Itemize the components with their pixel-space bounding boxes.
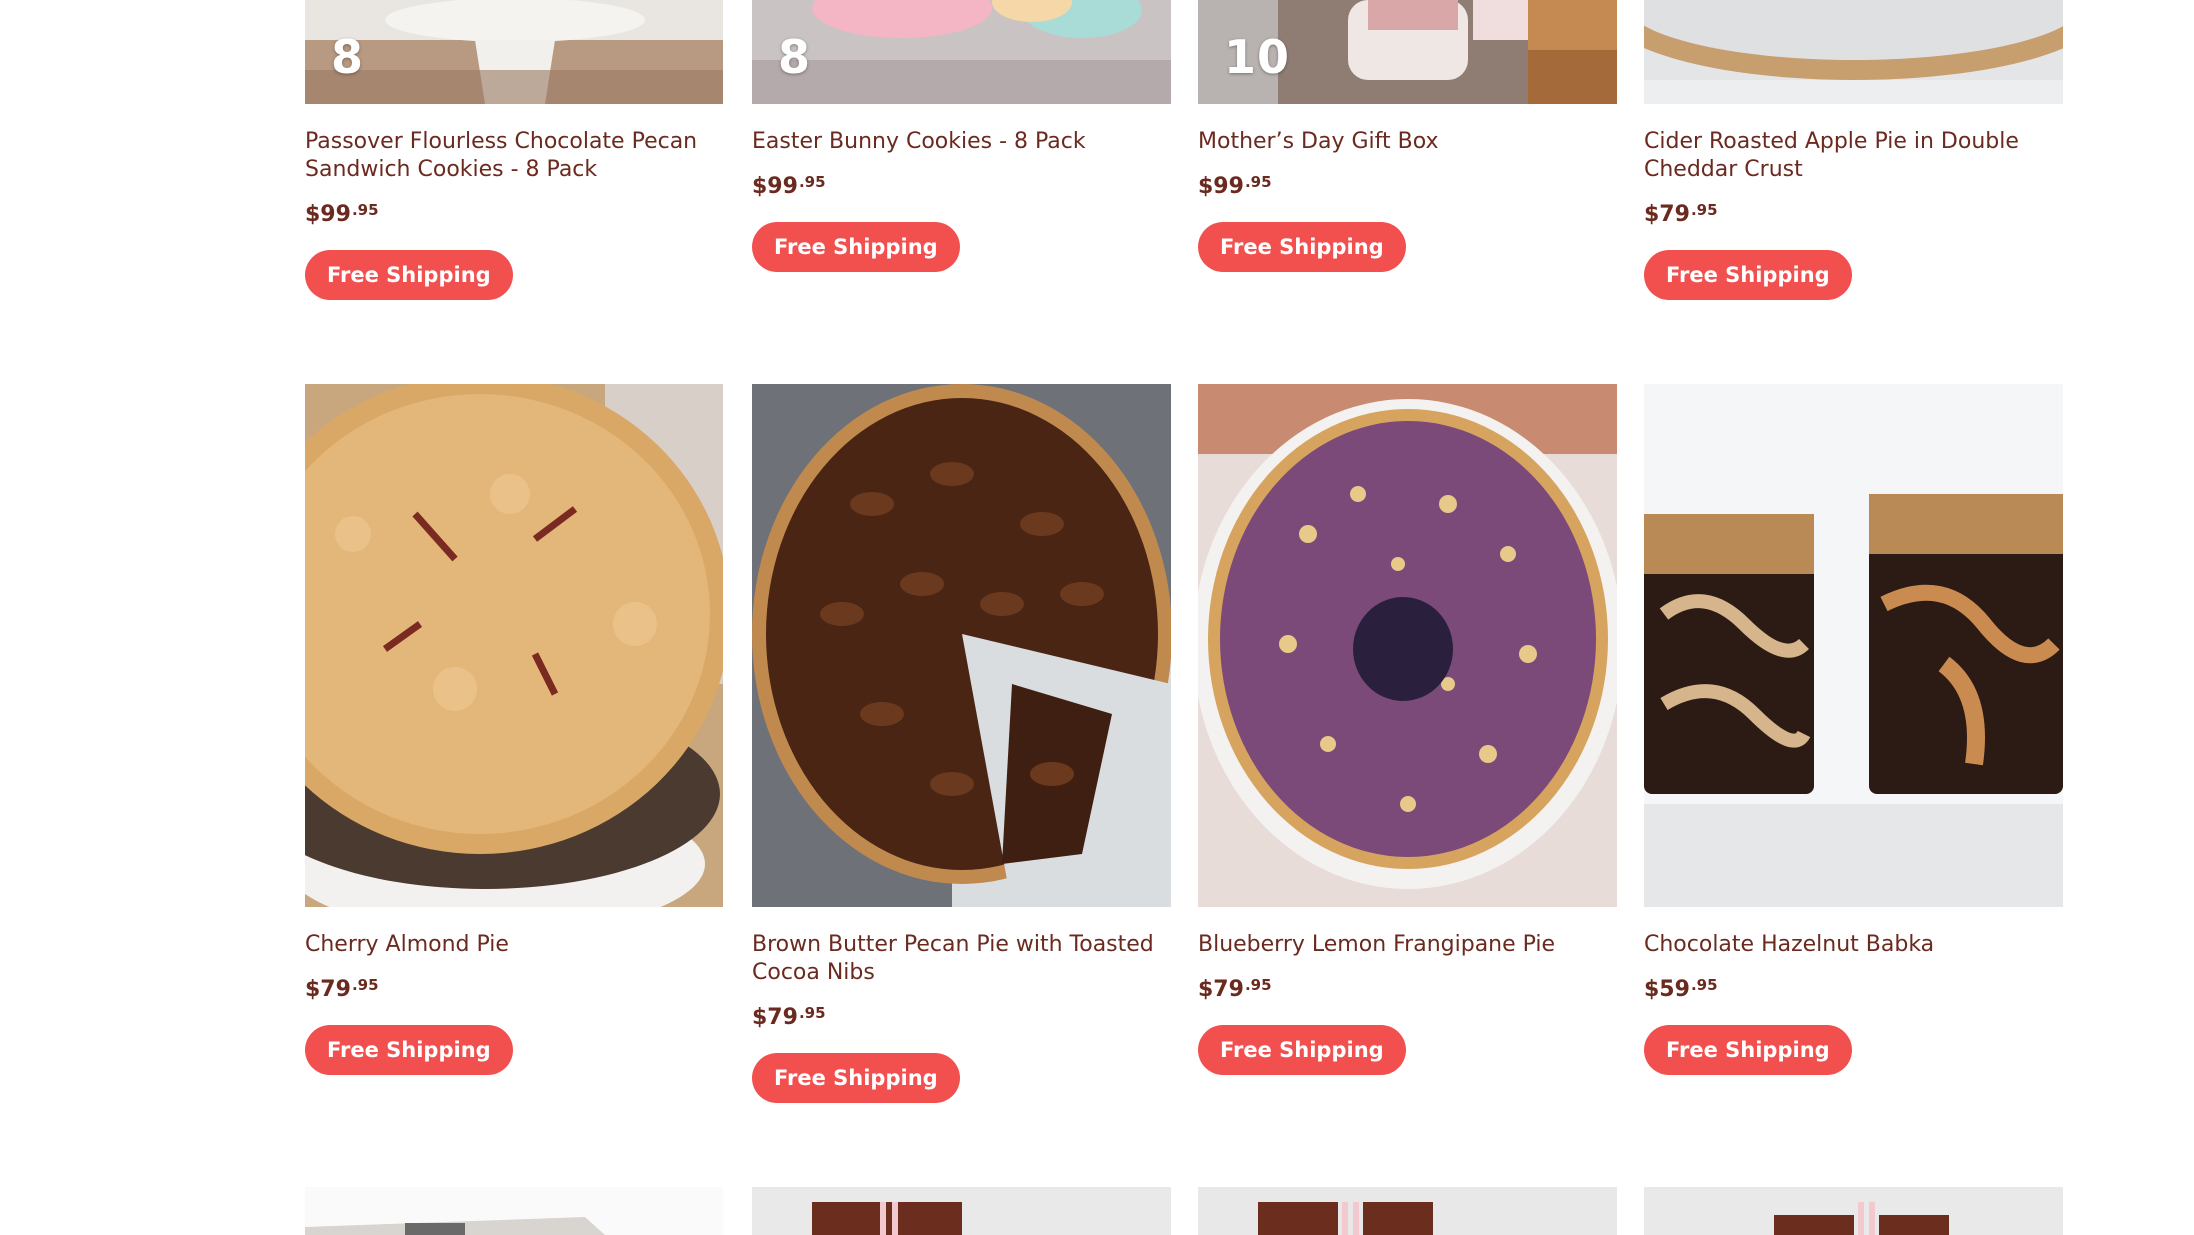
price-cents: .95 bbox=[1244, 976, 1272, 994]
price-cents: .95 bbox=[351, 976, 379, 994]
pack-count-badge: 10 bbox=[1224, 30, 1291, 84]
product-price: $79.95 bbox=[752, 999, 826, 1032]
product-title[interactable]: Chocolate Hazelnut Babka bbox=[1644, 931, 2062, 959]
free-shipping-button[interactable]: Free Shipping bbox=[1198, 222, 1406, 272]
product-image-row3-3[interactable] bbox=[1198, 1187, 1617, 1235]
price-cents: .95 bbox=[1690, 201, 1718, 219]
product-image-row3-2[interactable] bbox=[752, 1187, 1171, 1235]
product-image-cider-apple-pie[interactable] bbox=[1644, 0, 2063, 104]
price-dollars: $99 bbox=[752, 174, 798, 199]
free-shipping-button[interactable]: Free Shipping bbox=[1198, 1025, 1406, 1075]
product-title[interactable]: Blueberry Lemon Frangipane Pie bbox=[1198, 931, 1616, 959]
product-image-row3-4[interactable] bbox=[1644, 1187, 2063, 1235]
product-image-cherry-almond-pie[interactable] bbox=[305, 384, 723, 907]
price-cents: .95 bbox=[351, 201, 379, 219]
free-shipping-button[interactable]: Free Shipping bbox=[305, 1025, 513, 1075]
price-dollars: $99 bbox=[305, 202, 351, 227]
product-title[interactable]: Passover Flourless Chocolate Pecan Sandw… bbox=[305, 128, 723, 184]
price-dollars: $99 bbox=[1198, 174, 1244, 199]
price-cents: .95 bbox=[1690, 976, 1718, 994]
price-dollars: $59 bbox=[1644, 977, 1690, 1002]
price-dollars: $79 bbox=[1644, 202, 1690, 227]
product-price: $79.95 bbox=[1198, 971, 1272, 1004]
product-title[interactable]: Brown Butter Pecan Pie with Toasted Coco… bbox=[752, 931, 1170, 987]
product-price: $99.95 bbox=[1198, 168, 1272, 201]
free-shipping-button[interactable]: Free Shipping bbox=[1644, 250, 1852, 300]
price-dollars: $79 bbox=[1198, 977, 1244, 1002]
product-title[interactable]: Cider Roasted Apple Pie in Double Chedda… bbox=[1644, 128, 2062, 184]
free-shipping-button[interactable]: Free Shipping bbox=[752, 222, 960, 272]
product-image-passover-cookies[interactable]: 8 bbox=[305, 0, 723, 104]
product-title[interactable]: Mother’s Day Gift Box bbox=[1198, 128, 1616, 156]
product-price: $79.95 bbox=[1644, 196, 1718, 229]
product-grid: 8 Passover Flourless Chocolate Pecan San… bbox=[0, 0, 2194, 1235]
product-price: $79.95 bbox=[305, 971, 379, 1004]
product-price: $99.95 bbox=[752, 168, 826, 201]
product-image-row3-1[interactable] bbox=[305, 1187, 723, 1235]
product-image-blueberry-lemon-frangipane-pie[interactable] bbox=[1198, 384, 1617, 907]
product-title[interactable]: Cherry Almond Pie bbox=[305, 931, 723, 959]
free-shipping-button[interactable]: Free Shipping bbox=[305, 250, 513, 300]
product-image-easter-bunny-cookies[interactable]: 8 bbox=[752, 0, 1171, 104]
product-image-mothers-day-gift-box[interactable]: 10 bbox=[1198, 0, 1617, 104]
price-cents: .95 bbox=[798, 173, 826, 191]
product-price: $99.95 bbox=[305, 196, 379, 229]
pack-count-badge: 8 bbox=[778, 30, 812, 84]
price-cents: .95 bbox=[798, 1004, 826, 1022]
free-shipping-button[interactable]: Free Shipping bbox=[1644, 1025, 1852, 1075]
product-title[interactable]: Easter Bunny Cookies - 8 Pack bbox=[752, 128, 1170, 156]
price-cents: .95 bbox=[1244, 173, 1272, 191]
product-price: $59.95 bbox=[1644, 971, 1718, 1004]
price-dollars: $79 bbox=[305, 977, 351, 1002]
price-dollars: $79 bbox=[752, 1005, 798, 1030]
pack-count-badge: 8 bbox=[331, 30, 365, 84]
product-image-chocolate-hazelnut-babka[interactable] bbox=[1644, 384, 2063, 907]
free-shipping-button[interactable]: Free Shipping bbox=[752, 1053, 960, 1103]
product-image-brown-butter-pecan-pie[interactable] bbox=[752, 384, 1171, 907]
